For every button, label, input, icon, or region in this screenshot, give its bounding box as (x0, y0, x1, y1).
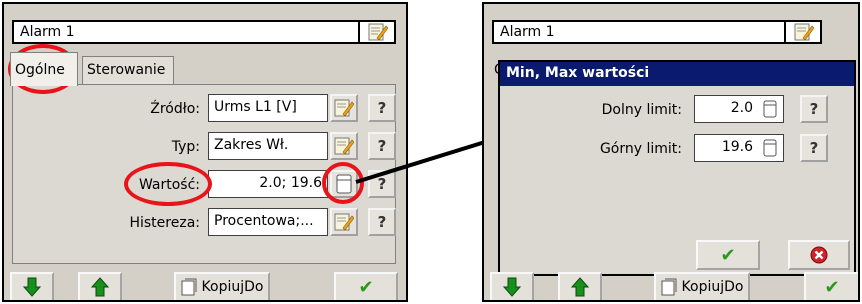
checkmark-icon: ✔ (358, 276, 374, 298)
keypad-icon[interactable] (763, 139, 777, 157)
tab-control-label: Sterowanie (87, 62, 166, 78)
alarm-title-text: Alarm 1 (20, 24, 75, 40)
help-question-icon: ? (809, 99, 819, 118)
alarm-title-text-right: Alarm 1 (500, 24, 555, 40)
lower-limit-field[interactable]: 2.0 (694, 95, 784, 123)
min-max-dialog: Min, Max wartości Dolny limit: 2.0 ? Gór… (498, 60, 856, 276)
source-label: Źródło: (150, 101, 200, 117)
value-label: Wartość: (138, 177, 200, 193)
title-divider (784, 22, 786, 42)
hysteresis-help-button[interactable]: ? (368, 208, 396, 236)
tab-general[interactable]: Ogólne (10, 52, 78, 86)
alarm-settings-panel: Alarm 1 Ogólne Sterowanie Źródło: Urms L… (2, 2, 408, 302)
edit-note-icon[interactable] (368, 23, 388, 41)
help-question-icon: ? (809, 138, 819, 157)
arrow-up-icon (91, 277, 109, 297)
type-label: Typ: (171, 139, 200, 155)
dialog-title: Min, Max wartości (500, 62, 854, 86)
copy-document-icon (661, 278, 677, 296)
edit-note-icon[interactable] (794, 23, 814, 41)
hysteresis-value: Procentowa;... (214, 213, 314, 229)
ok-button[interactable]: ✔ (334, 272, 398, 300)
copy-to-label: KopiujDo (201, 279, 264, 295)
value-value: 2.0; 19.6 (259, 175, 322, 191)
hysteresis-field[interactable]: Procentowa;... (208, 208, 328, 236)
alarm-title-field-right[interactable]: Alarm 1 (492, 20, 822, 44)
lower-limit-value: 2.0 (730, 100, 753, 116)
copy-document-icon (181, 278, 197, 296)
move-up-button[interactable] (78, 272, 122, 300)
lower-limit-label: Dolny limit: (601, 102, 682, 118)
checkmark-icon: ✔ (720, 244, 736, 266)
dialog-ok-button[interactable]: ✔ (696, 240, 760, 270)
tab-general-label: Ogólne (15, 62, 65, 78)
ok-button[interactable]: ✔ (804, 272, 858, 300)
copy-to-button[interactable]: KopiujDo (654, 272, 750, 300)
help-question-icon: ? (377, 212, 387, 231)
arrow-down-icon (503, 277, 521, 297)
alarm-title-field[interactable]: Alarm 1 (12, 20, 396, 44)
arrow-down-icon (23, 277, 41, 297)
arrow-up-icon (571, 277, 589, 297)
copy-to-button[interactable]: KopiujDo (174, 272, 270, 300)
tab-control[interactable]: Sterowanie (82, 56, 174, 84)
type-value: Zakres Wł. (214, 137, 289, 153)
source-value: Urms L1 [V] (214, 99, 297, 115)
hysteresis-label: Histereza: (129, 215, 200, 231)
value-field[interactable]: 2.0; 19.6 (208, 170, 328, 198)
lower-limit-help-button[interactable]: ? (800, 95, 828, 123)
bottom-toolbar: KopiujDo ✔ (4, 268, 406, 300)
move-down-button[interactable] (10, 272, 54, 300)
upper-limit-field[interactable]: 19.6 (694, 134, 784, 162)
dialog-cancel-button[interactable] (788, 240, 850, 270)
copy-to-label: KopiujDo (681, 279, 744, 295)
move-up-button[interactable] (558, 272, 602, 300)
upper-limit-label: Górny limit: (599, 141, 682, 157)
type-field[interactable]: Zakres Wł. (208, 132, 328, 160)
upper-limit-value: 19.6 (721, 139, 753, 155)
source-field[interactable]: Urms L1 [V] (208, 94, 328, 122)
title-divider (358, 22, 360, 42)
keypad-icon[interactable] (763, 100, 777, 118)
cancel-x-icon (810, 246, 828, 264)
min-max-panel: Alarm 1 O Min, Max wartości Dolny limit:… (482, 2, 860, 302)
move-down-button[interactable] (490, 272, 534, 300)
hysteresis-edit-button[interactable] (330, 208, 358, 236)
edit-note-icon (334, 213, 354, 231)
bottom-toolbar-right: KopiujDo ✔ (484, 268, 858, 300)
checkmark-icon: ✔ (824, 276, 840, 298)
upper-limit-help-button[interactable]: ? (800, 134, 828, 162)
